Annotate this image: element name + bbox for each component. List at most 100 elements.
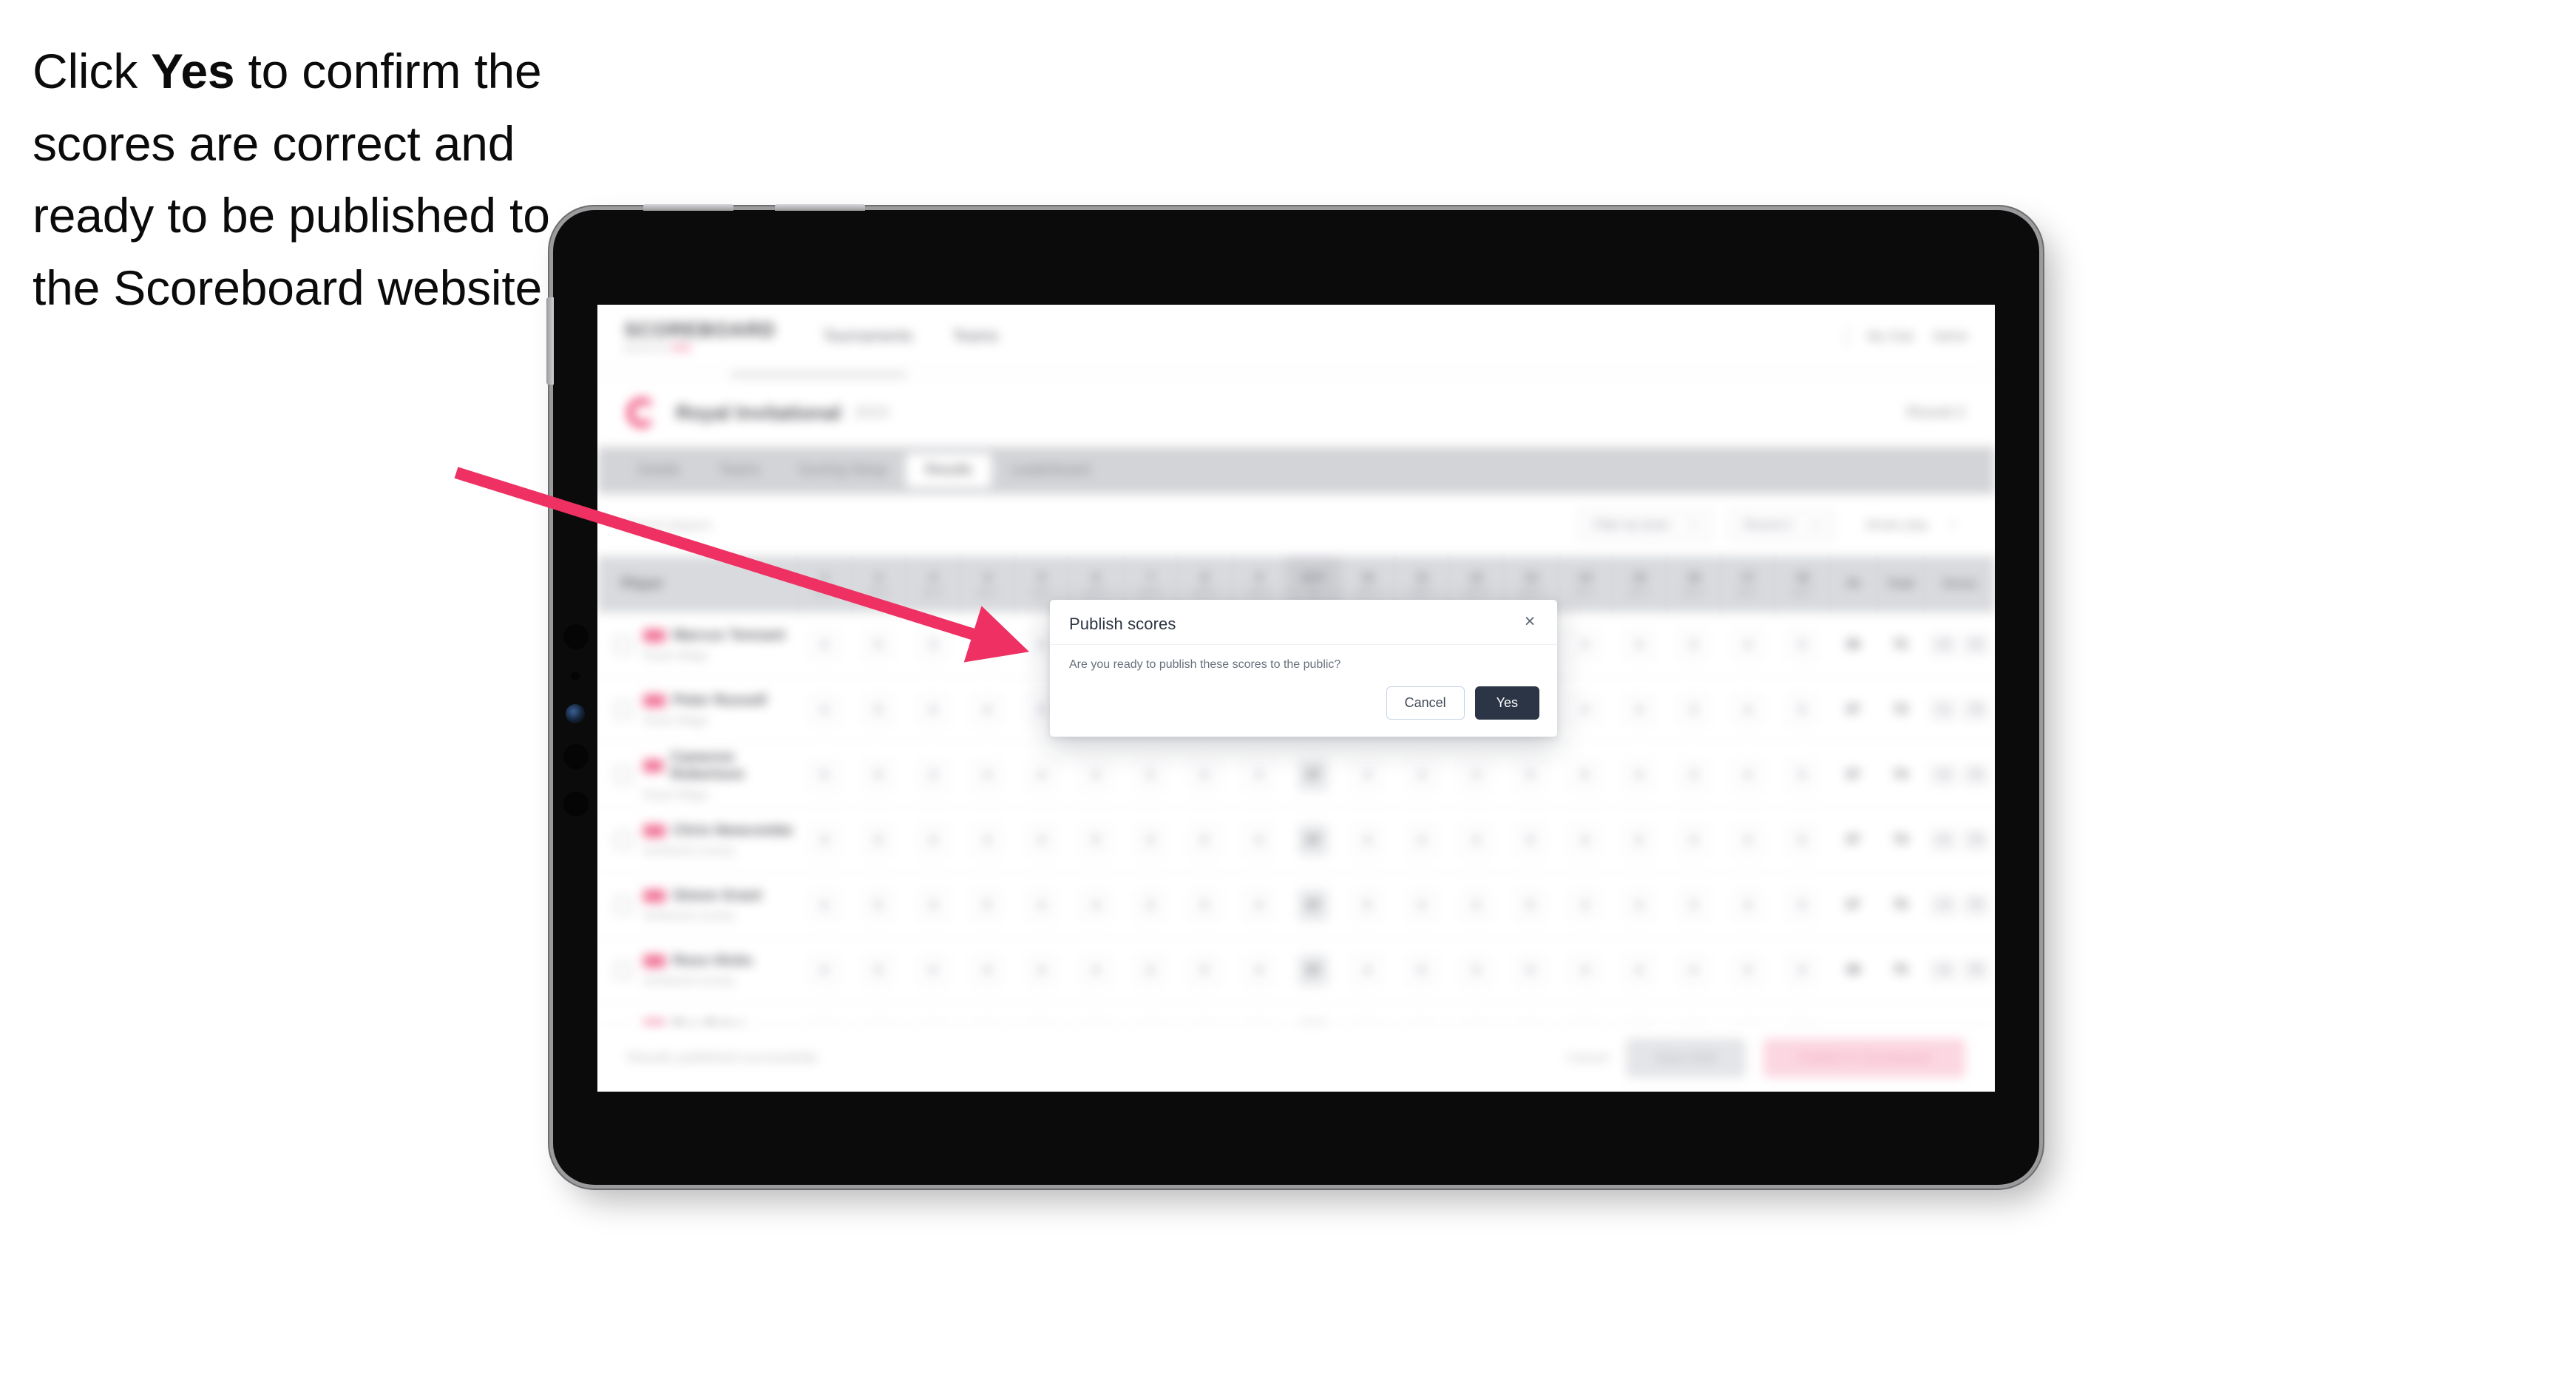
- score-cell[interactable]: 5: [1177, 743, 1231, 807]
- score-cell[interactable]: 5: [1775, 873, 1828, 937]
- filter-format-select[interactable]: Stroke play ▾: [1850, 510, 1970, 541]
- score-cell[interactable]: 5: [1177, 938, 1231, 1002]
- score-cell[interactable]: 4: [1068, 873, 1122, 937]
- score-cell[interactable]: 5: [1503, 743, 1557, 807]
- score-cell[interactable]: 4: [1232, 938, 1286, 1002]
- score-cell[interactable]: 3: [1667, 873, 1721, 937]
- device-top-button-2[interactable]: [775, 204, 865, 211]
- score-cell[interactable]: 3: [906, 612, 960, 677]
- score-cell[interactable]: 4: [1612, 612, 1666, 677]
- score-cell[interactable]: 4: [960, 612, 1014, 677]
- score-cell[interactable]: 4: [1721, 677, 1775, 742]
- score-cell[interactable]: 5: [1177, 873, 1231, 937]
- score-cell[interactable]: 5: [851, 808, 905, 872]
- score-cell[interactable]: 4: [1667, 938, 1721, 1002]
- score-cell[interactable]: 4: [1721, 808, 1775, 872]
- score-cell[interactable]: 5: [1775, 677, 1828, 742]
- score-cell[interactable]: 5: [1558, 743, 1612, 807]
- score-cell[interactable]: 3: [1123, 938, 1177, 1002]
- score-cell[interactable]: 5: [1503, 938, 1557, 1002]
- bottom-publish-button[interactable]: Publish to Scoreboard: [1763, 1038, 1965, 1078]
- score-cell[interactable]: 4: [1721, 938, 1775, 1002]
- score-cell[interactable]: 5: [851, 938, 905, 1002]
- score-cell[interactable]: 3: [1667, 808, 1721, 872]
- score-cell[interactable]: 3: [1123, 808, 1177, 872]
- score-cell[interactable]: 4: [1721, 873, 1775, 937]
- table-row[interactable]: Simon Grant Northwind Country 4 5 3 5 4 4 3 5 4 37 5…: [597, 873, 1995, 938]
- score-cell[interactable]: 3: [1449, 743, 1503, 807]
- header-admin-menu[interactable]: Admin: [1933, 329, 1968, 344]
- score-cell[interactable]: 5: [960, 873, 1014, 937]
- row-checkbox[interactable]: [614, 635, 633, 655]
- tab-scoring-setup[interactable]: Scoring Setup: [779, 453, 906, 487]
- score-cell[interactable]: 5: [851, 677, 905, 742]
- row-checkbox[interactable]: [614, 960, 633, 980]
- score-cell[interactable]: 4: [1612, 808, 1666, 872]
- score-cell[interactable]: 3: [1123, 873, 1177, 937]
- score-cell[interactable]: 4: [1340, 938, 1394, 1002]
- filter-round-select[interactable]: Round 2 ▾: [1728, 509, 1834, 541]
- score-cell[interactable]: 3: [1667, 677, 1721, 742]
- score-cell[interactable]: 5: [1775, 743, 1828, 807]
- filter-team-select[interactable]: Filter by team ▾: [1578, 509, 1712, 541]
- score-cell[interactable]: 5: [797, 743, 851, 807]
- score-cell[interactable]: 4: [1232, 743, 1286, 807]
- table-row[interactable]: Ross Hicks Northwind Country 4 5 4 4 4 4 3 5 4 37 4 5…: [597, 938, 1995, 1003]
- nav-item-tournaments[interactable]: Tournaments: [823, 328, 912, 345]
- score-cell[interactable]: 4: [1721, 743, 1775, 807]
- score-cell[interactable]: 4: [1449, 808, 1503, 872]
- tab-leaderboard[interactable]: Leaderboard: [992, 453, 1110, 487]
- score-cell[interactable]: 4: [960, 743, 1014, 807]
- row-checkbox[interactable]: [614, 895, 633, 915]
- bottom-cancel-link[interactable]: Cancel: [1567, 1050, 1608, 1066]
- bottom-save-draft-button[interactable]: Save draft: [1625, 1038, 1746, 1078]
- score-cell[interactable]: 4: [1014, 873, 1068, 937]
- score-cell[interactable]: 5: [1503, 873, 1557, 937]
- score-cell[interactable]: 5: [851, 873, 905, 937]
- score-cell[interactable]: 4: [960, 808, 1014, 872]
- score-cell[interactable]: 4: [1612, 938, 1666, 1002]
- score-cell[interactable]: 5: [1068, 808, 1122, 872]
- device-top-button-1[interactable]: [643, 204, 733, 211]
- score-cell[interactable]: 37: [1286, 873, 1340, 937]
- score-cell[interactable]: 37: [1286, 743, 1340, 807]
- score-cell[interactable]: 4: [1558, 677, 1612, 742]
- score-cell[interactable]: 4: [1558, 938, 1612, 1002]
- score-cell[interactable]: 5: [1503, 808, 1557, 872]
- score-cell[interactable]: 4: [1394, 808, 1448, 872]
- nav-item-teams[interactable]: Teams: [952, 328, 998, 345]
- score-cell[interactable]: 4: [1014, 938, 1068, 1002]
- score-cell[interactable]: 4: [1612, 677, 1666, 742]
- score-cell[interactable]: 4: [797, 808, 851, 872]
- app-logo[interactable]: SCOREBOARD powered by PGA: [624, 320, 776, 353]
- score-cell[interactable]: 4: [1394, 873, 1448, 937]
- score-cell[interactable]: 3: [1449, 873, 1503, 937]
- score-cell[interactable]: 5: [1177, 808, 1231, 872]
- score-cell[interactable]: 4: [1232, 808, 1286, 872]
- header-user-club[interactable]: My Club: [1867, 329, 1913, 344]
- score-cell[interactable]: 4: [1394, 743, 1448, 807]
- score-cell[interactable]: 4: [906, 677, 960, 742]
- tab-results[interactable]: Results: [906, 453, 992, 487]
- yes-button[interactable]: Yes: [1474, 686, 1539, 720]
- score-cell[interactable]: 37: [1286, 808, 1340, 872]
- score-cell[interactable]: 3: [1667, 743, 1721, 807]
- score-cell[interactable]: 3: [906, 808, 960, 872]
- score-cell[interactable]: 4: [1340, 808, 1394, 872]
- score-cell[interactable]: 4: [906, 938, 960, 1002]
- row-checkbox[interactable]: [614, 765, 633, 785]
- score-cell[interactable]: 4: [960, 677, 1014, 742]
- score-cell[interactable]: 5: [1394, 938, 1448, 1002]
- row-checkbox[interactable]: [614, 830, 633, 850]
- score-cell[interactable]: 5: [1775, 938, 1828, 1002]
- score-cell[interactable]: 4: [1721, 612, 1775, 677]
- tab-details[interactable]: Details: [618, 453, 699, 487]
- score-cell[interactable]: 3: [1667, 612, 1721, 677]
- device-side-button[interactable]: [546, 297, 554, 385]
- score-cell[interactable]: 4: [1558, 612, 1612, 677]
- score-cell[interactable]: 3: [906, 743, 960, 807]
- score-cell[interactable]: 5: [1340, 873, 1394, 937]
- score-cell[interactable]: 4: [1068, 938, 1122, 1002]
- score-cell[interactable]: 5: [851, 612, 905, 677]
- tab-teams[interactable]: Teams: [699, 453, 779, 487]
